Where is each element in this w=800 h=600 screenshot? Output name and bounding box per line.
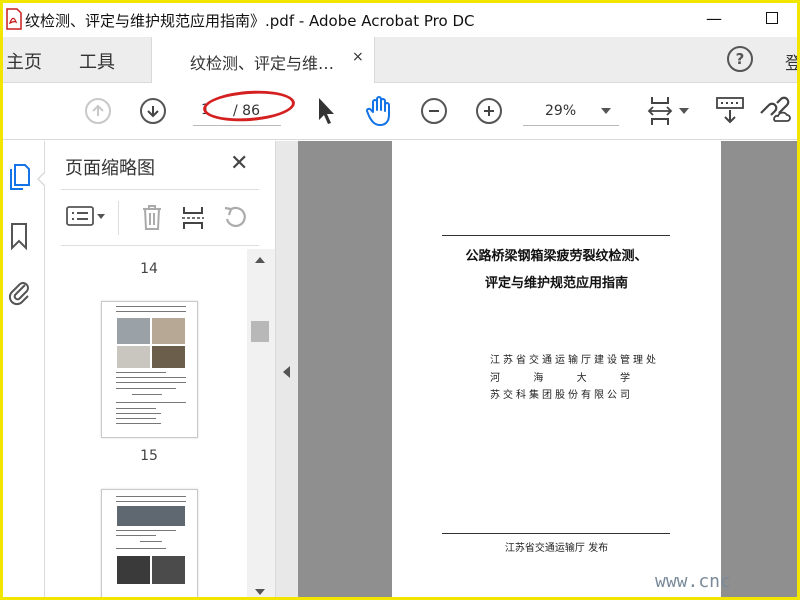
footer-rule bbox=[442, 533, 670, 534]
document-title-line2: 评定与维护规范应用指南 bbox=[484, 276, 628, 291]
active-panel-pointer-fill bbox=[39, 172, 46, 186]
previous-page-button[interactable] bbox=[85, 98, 111, 124]
help-icon[interactable]: ? bbox=[727, 46, 753, 72]
tab-home[interactable]: 主页 bbox=[6, 48, 42, 74]
acrobat-pdf-icon bbox=[6, 8, 22, 30]
paperclip-icon[interactable] bbox=[7, 277, 33, 307]
minimize-button[interactable]: — bbox=[701, 7, 727, 31]
close-tab-button[interactable]: × bbox=[352, 49, 364, 65]
org-char: 学 bbox=[619, 373, 630, 384]
thumbnail-list: 14 15 bbox=[46, 249, 246, 597]
thumbnail-scrollbar[interactable] bbox=[247, 249, 275, 597]
toolbar: / 86 29% bbox=[3, 83, 797, 140]
fit-page-icon[interactable] bbox=[646, 95, 674, 127]
trash-icon[interactable] bbox=[140, 203, 164, 231]
minus-circle-icon bbox=[429, 110, 439, 112]
page-thumbnails-icon[interactable] bbox=[7, 161, 31, 191]
divider bbox=[61, 245, 259, 246]
extract-pages-icon[interactable] bbox=[180, 205, 206, 231]
zoom-dropdown[interactable]: 29% bbox=[523, 96, 619, 126]
chevron-left-icon[interactable] bbox=[283, 366, 290, 378]
chevron-down-icon[interactable] bbox=[97, 214, 105, 219]
hand-tool-icon[interactable] bbox=[363, 94, 397, 128]
thumbnails-panel: 页面缩略图 ✕ 14 15 bbox=[46, 141, 275, 597]
org-char: 河 bbox=[490, 373, 500, 384]
tab-document[interactable]: 纹检测、评定与维… × bbox=[151, 37, 375, 84]
org-char: 大 bbox=[576, 373, 587, 384]
keyboard-icon[interactable] bbox=[715, 96, 745, 126]
cursor-arrow-icon[interactable] bbox=[315, 96, 337, 126]
page-label: 15 bbox=[140, 448, 158, 464]
page-thumbnail[interactable] bbox=[101, 301, 198, 438]
scroll-down-icon[interactable] bbox=[255, 589, 265, 595]
arrow-up-circle-icon bbox=[92, 104, 104, 116]
document-tab-label: 纹检测、评定与维… bbox=[190, 54, 335, 73]
publisher-footer: 江苏省交通运输厅 发布 bbox=[504, 543, 609, 554]
organization-line3: 苏交科集团股份有限公司 bbox=[490, 390, 633, 401]
page-thumbnail[interactable] bbox=[101, 489, 198, 597]
title-rule bbox=[442, 235, 670, 236]
tab-bar: 主页 工具 纹检测、评定与维… × ? 登 bbox=[3, 37, 797, 84]
plus-circle-icon bbox=[484, 106, 494, 116]
rotate-icon[interactable] bbox=[222, 204, 248, 230]
maximize-icon bbox=[766, 12, 778, 24]
fit-caret-icon[interactable] bbox=[679, 108, 689, 114]
options-list-icon[interactable] bbox=[66, 205, 94, 227]
zoom-in-button[interactable] bbox=[476, 98, 502, 124]
document-page: 公路桥梁钢箱梁疲劳裂纹检测、 评定与维护规范应用指南 江苏省交通运输厅建设管理处… bbox=[392, 141, 721, 597]
organization-line2: 河 海 大 学 bbox=[490, 369, 630, 384]
org-char: 海 bbox=[533, 373, 544, 384]
scroll-up-icon[interactable] bbox=[255, 257, 265, 263]
title-bar: 纹检测、评定与维护规范应用指南》.pdf - Adobe Acrobat Pro… bbox=[3, 3, 797, 37]
thumbnails-title: 页面缩略图 bbox=[65, 158, 155, 179]
scrollbar-thumb[interactable] bbox=[251, 321, 269, 342]
zoom-value: 29% bbox=[545, 103, 577, 119]
document-canvas[interactable]: 公路桥梁钢箱梁疲劳裂纹检测、 评定与维护规范应用指南 江苏省交通运输厅建设管理处… bbox=[298, 141, 797, 597]
maximize-button[interactable] bbox=[759, 7, 785, 31]
window-title: 纹检测、评定与维护规范应用指南》.pdf - Adobe Acrobat Pro… bbox=[25, 12, 475, 30]
divider bbox=[61, 189, 259, 190]
sign-in-link[interactable]: 登 bbox=[785, 49, 797, 74]
zoom-out-button[interactable] bbox=[421, 98, 447, 124]
tab-tools[interactable]: 工具 bbox=[79, 48, 115, 74]
bookmark-icon[interactable] bbox=[7, 221, 31, 251]
next-page-button[interactable] bbox=[140, 98, 166, 124]
organization-line1: 江苏省交通运输厅建设管理处 bbox=[490, 355, 659, 366]
document-title-line1: 公路桥梁钢箱梁疲劳裂纹检测、 bbox=[465, 249, 648, 264]
arrow-down-circle-icon bbox=[147, 106, 159, 118]
page-label: 14 bbox=[140, 261, 158, 277]
close-panel-button[interactable]: ✕ bbox=[230, 151, 248, 176]
watermark: www.cnc bbox=[655, 571, 731, 592]
divider bbox=[118, 201, 119, 235]
chevron-down-icon bbox=[601, 108, 611, 114]
left-rail bbox=[3, 141, 46, 597]
window-frame: 纹检测、评定与维护规范应用指南》.pdf - Adobe Acrobat Pro… bbox=[0, 0, 800, 600]
collapse-panel-strip[interactable] bbox=[275, 141, 298, 597]
link-cloud-icon[interactable] bbox=[757, 95, 791, 125]
